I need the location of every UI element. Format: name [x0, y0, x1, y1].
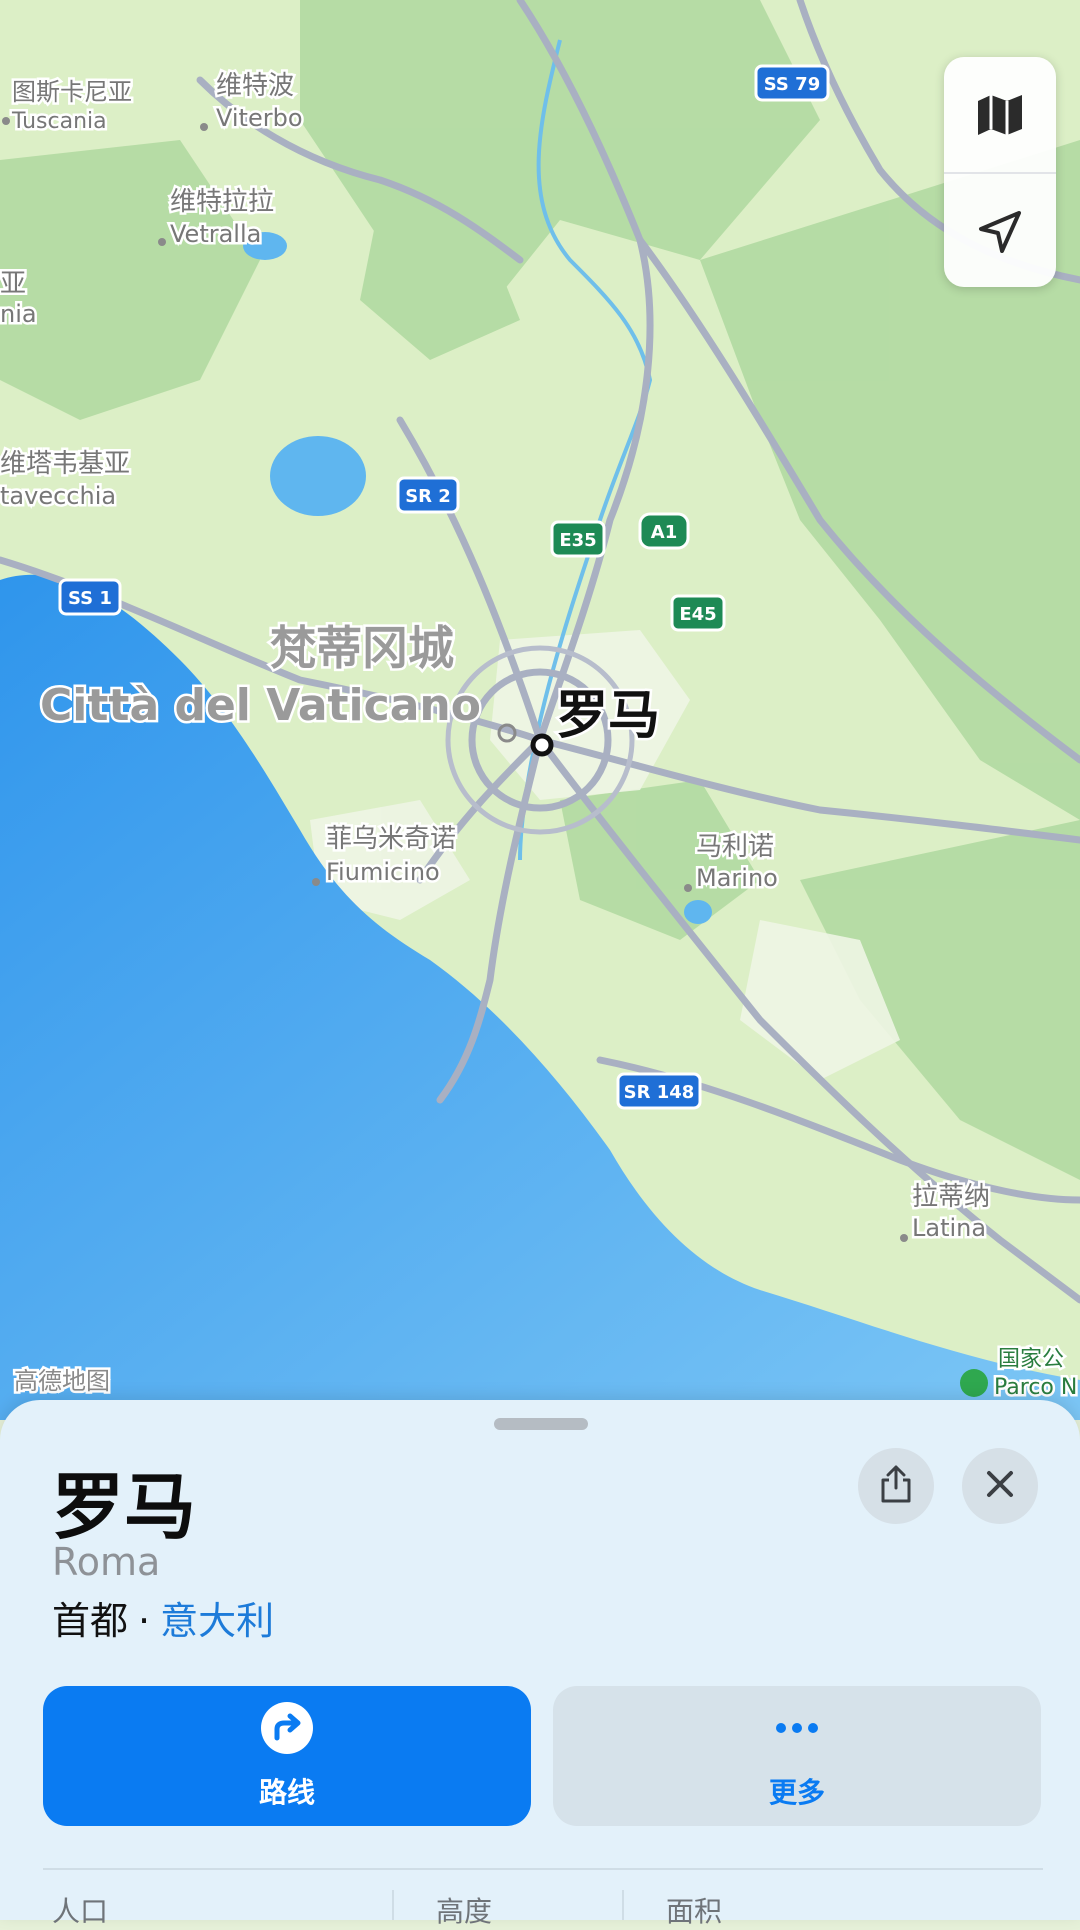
place-card: 罗马 Roma 首都 · 意大利 路线 更多 人口 高度 面积 [0, 1400, 1080, 1928]
label-vatican-latin: Città del Vaticano [40, 680, 481, 731]
road-shield-sr148: SR 148 [616, 1072, 702, 1110]
place-meta: 首都 · 意大利 [52, 1590, 274, 1645]
directions-button[interactable]: 路线 [43, 1686, 531, 1826]
place-dot-fiumicino [312, 878, 320, 886]
label-viterbo-cn: 维特波 [216, 71, 294, 101]
label-fiumicino-cn: 菲乌米奇诺 [326, 824, 456, 854]
svg-text:SS 1: SS 1 [68, 588, 112, 609]
label-viterbo-latin: Viterbo [216, 104, 303, 132]
map-controls [944, 57, 1056, 287]
place-dot-roma[interactable] [530, 733, 554, 757]
svg-text:E35: E35 [559, 530, 596, 551]
more-label: 更多 [768, 1776, 825, 1809]
close-icon [985, 1469, 1015, 1503]
park-icon [960, 1369, 988, 1397]
label-tuscania-latin: Tuscania [11, 109, 107, 134]
label-fiumicino-latin: Fiumicino [326, 858, 440, 886]
stat-elevation-label: 高度 [436, 1895, 493, 1928]
label-parco-cn: 国家公 [998, 1347, 1064, 1372]
place-category: 首都 [52, 1599, 129, 1643]
current-location-button[interactable] [944, 172, 1056, 287]
svg-text:A1: A1 [651, 522, 677, 543]
svg-text:SR 148: SR 148 [624, 1082, 695, 1103]
directions-label: 路线 [258, 1776, 315, 1809]
place-title: 罗马 [52, 1465, 197, 1549]
stat-population-label: 人口 [52, 1895, 109, 1928]
label-latina-latin: Latina [912, 1214, 986, 1242]
country-link[interactable]: 意大利 [160, 1599, 274, 1643]
place-dot-latina [900, 1234, 908, 1242]
directions-icon [260, 1701, 314, 1759]
map-icon [976, 93, 1024, 137]
label-vatican-cn: 梵蒂冈城 [270, 621, 454, 675]
sheet-grabber[interactable] [494, 1418, 588, 1430]
road-shield-ss79: SS 79 [754, 64, 830, 102]
place-dot-tuscania [2, 117, 10, 125]
label-edge-a-cn: 亚 [0, 269, 26, 299]
label-roma[interactable]: 罗马 [554, 684, 663, 749]
label-edge-a-latin: nia [0, 300, 37, 328]
label-vetralla-latin: Vetralla [170, 220, 261, 248]
place-dot-viterbo [200, 123, 208, 131]
map-view[interactable]: 图斯卡尼亚 Tuscania 维特波 Viterbo 维特拉拉 Vetralla… [0, 0, 1080, 1420]
label-marino-cn: 马利诺 [696, 832, 774, 862]
stats-divider [43, 1868, 1043, 1870]
svg-text:SS 79: SS 79 [764, 74, 820, 95]
map-attribution: 高德地图 [14, 1367, 110, 1395]
more-button[interactable]: 更多 [553, 1686, 1041, 1826]
label-tuscania-cn: 图斯卡尼亚 [12, 78, 132, 106]
lake-bracciano [270, 436, 366, 516]
stat-area-label: 面积 [666, 1895, 723, 1928]
place-dot-vetralla [158, 238, 166, 246]
label-marino-latin: Marino [696, 864, 778, 892]
svg-text:E45: E45 [679, 604, 716, 625]
label-civitavecchia-latin: tavecchia [0, 482, 116, 510]
share-icon [878, 1464, 914, 1508]
road-shield-ss1: SS 1 [58, 578, 122, 616]
stat-separator [392, 1890, 394, 1920]
stat-separator [622, 1890, 624, 1920]
location-arrow-icon [977, 209, 1023, 255]
label-latina-cn: 拉蒂纳 [912, 1182, 990, 1212]
road-shield-e35: E35 [550, 520, 606, 558]
road-shield-sr2: SR 2 [396, 476, 460, 514]
close-button[interactable] [962, 1448, 1038, 1524]
label-parco-latin: Parco N [994, 1375, 1077, 1400]
label-vetralla-cn: 维特拉拉 [170, 187, 274, 217]
share-button[interactable] [858, 1448, 934, 1524]
ellipsis-icon [770, 1701, 824, 1759]
place-subtitle: Roma [52, 1540, 161, 1584]
road-shield-e45: E45 [670, 594, 726, 632]
road-shield-a1: A1 [638, 512, 690, 550]
place-dot-marino [684, 884, 692, 892]
map-mode-button[interactable] [944, 57, 1056, 172]
label-civitavecchia-cn: 维塔韦基亚 [0, 449, 130, 479]
svg-text:SR 2: SR 2 [405, 486, 451, 507]
lake-albano [684, 900, 712, 924]
meta-separator: · [138, 1599, 151, 1643]
